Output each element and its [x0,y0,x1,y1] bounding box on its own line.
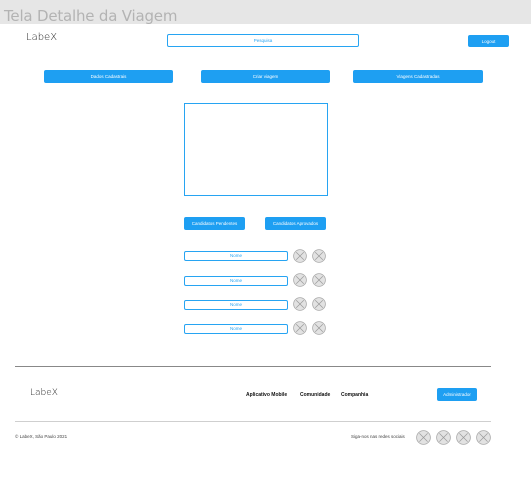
criar-viagem-button[interactable]: Criar viagem [201,70,330,83]
social-icon[interactable] [436,430,451,445]
header-logo[interactable]: LabeX [26,32,57,43]
footer-bottom-divider [15,421,491,422]
search-input[interactable]: Pesquisa [167,34,359,47]
footer-link-comunidade[interactable]: Comunidade [300,392,330,398]
approve-icon[interactable] [293,297,307,311]
reject-icon[interactable] [312,273,326,287]
social-text: Siga-nos nas redes sociais [351,434,405,439]
approve-icon[interactable] [293,249,307,263]
candidatos-aprovados-button[interactable]: Candidatos Aprovados [265,217,326,230]
logout-button[interactable]: Logout [468,35,509,47]
candidate-name-field[interactable]: Nome [184,276,288,286]
social-icon[interactable] [456,430,471,445]
footer-link-aplicativo[interactable]: Aplicativo Mobile [246,392,287,398]
approve-icon[interactable] [293,273,307,287]
reject-icon[interactable] [312,321,326,335]
approve-icon[interactable] [293,321,307,335]
frame-title: Tela Detalhe da Viagem [4,7,178,25]
copyright-text: © LabeX, São Paulo 2021 [15,434,68,439]
viagens-cadastradas-button[interactable]: Viagens Cadastradas [353,70,483,83]
social-icon[interactable] [416,430,431,445]
social-icon[interactable] [476,430,491,445]
footer-logo[interactable]: LabeX [30,388,58,398]
reject-icon[interactable] [312,249,326,263]
footer-link-companhia[interactable]: Companhia [341,392,368,398]
candidate-name-field[interactable]: Nome [184,324,288,334]
candidate-name-field[interactable]: Nome [184,251,288,261]
candidate-name-field[interactable]: Nome [184,300,288,310]
footer-divider [15,366,491,367]
reject-icon[interactable] [312,297,326,311]
dados-cadastrais-button[interactable]: Dados Cadastrais [44,70,173,83]
page-canvas: LabeX Pesquisa Logout Dados Cadastrais C… [0,24,531,477]
trip-image-placeholder [184,103,328,196]
candidatos-pendentes-button[interactable]: Candidatos Pendentes [184,217,245,230]
administrador-button[interactable]: Administrador [437,388,477,401]
